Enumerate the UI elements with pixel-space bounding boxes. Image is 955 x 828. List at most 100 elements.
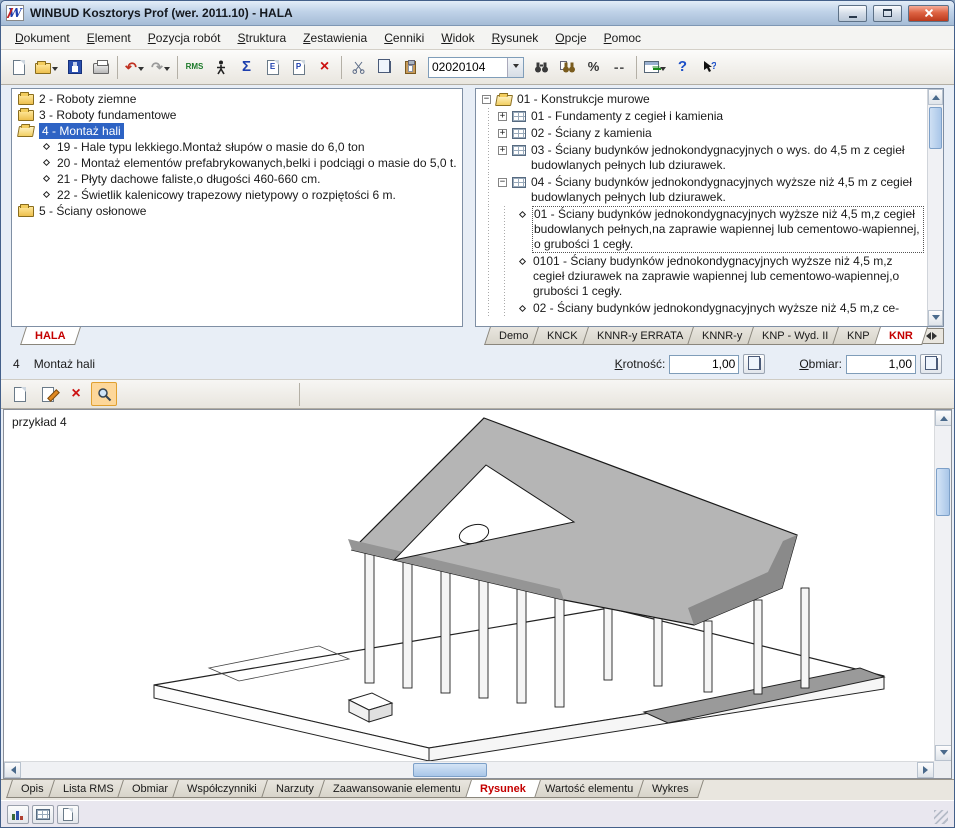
statusbar-table-button[interactable] <box>32 805 54 824</box>
menu-pozycja-robot[interactable]: Pozycja robót <box>140 28 229 48</box>
scroll-thumb[interactable] <box>413 763 487 777</box>
undo-button[interactable]: ↶ <box>122 54 147 81</box>
statusbar-sheet-button[interactable] <box>57 805 79 824</box>
catalog-tree[interactable]: 01 - Konstrukcje murowe 01 - Fundamenty … <box>475 88 944 327</box>
tree-item[interactable]: 02 - Ściany z kamienia <box>476 125 943 142</box>
delete-button[interactable]: × <box>312 54 337 81</box>
tab-lista-rms[interactable]: Lista RMS <box>48 780 129 798</box>
find-next-button[interactable] <box>555 54 580 81</box>
estimate-tree[interactable]: 2 - Roboty ziemne 3 - Roboty fundamentow… <box>11 88 463 327</box>
export-button[interactable] <box>641 54 669 81</box>
scroll-right-button[interactable] <box>917 762 934 778</box>
paste-button[interactable] <box>398 54 423 81</box>
tree-item[interactable]: 22 - Świetlik kalenicowy trapezowy niety… <box>12 187 462 203</box>
menu-pomoc[interactable]: Pomoc <box>596 28 649 48</box>
tree-item-label: 02 - Ściany budynków jednokondygnacyjnyc… <box>533 301 923 316</box>
menu-cenniki[interactable]: Cenniki <box>376 28 432 48</box>
menu-dokument[interactable]: Dokument <box>7 28 78 48</box>
element-doc-button[interactable]: E <box>260 54 285 81</box>
tab-rysunek[interactable]: Rysunek <box>465 780 541 798</box>
maximize-button[interactable] <box>873 5 902 22</box>
rms-button[interactable]: RMS <box>182 54 207 81</box>
drawing-vertical-scrollbar[interactable] <box>934 410 951 761</box>
tree-item[interactable]: 01 - Konstrukcje murowe <box>476 91 943 108</box>
resize-grip[interactable] <box>934 810 948 824</box>
percent-edit-button[interactable]: % <box>581 54 606 81</box>
scroll-thumb[interactable] <box>936 468 950 516</box>
catalog-code-combobox[interactable] <box>428 57 524 78</box>
scroll-up-button[interactable] <box>928 89 943 105</box>
zoom-button[interactable] <box>91 382 117 406</box>
menu-zestawienia[interactable]: Zestawienia <box>295 28 375 48</box>
collapse-icon[interactable] <box>498 178 507 187</box>
tree-item[interactable]: 01 - Fundamenty z cegieł i kamienia <box>476 108 943 125</box>
tree-item[interactable]: 04 - Ściany budynków jednokondygnacyjnyc… <box>476 174 943 206</box>
minimize-button[interactable] <box>838 5 867 22</box>
help-button[interactable]: ? <box>670 54 695 81</box>
worker-button[interactable] <box>208 54 233 81</box>
tab-label: Rysunek <box>480 783 526 795</box>
open-document-button[interactable] <box>32 54 61 81</box>
krotnosc-copy-button[interactable] <box>743 354 765 374</box>
menu-element[interactable]: Element <box>79 28 139 48</box>
print-button[interactable] <box>88 54 113 81</box>
tab-wartosc-elementu[interactable]: Wartość elementu <box>530 780 648 798</box>
drawing-area[interactable]: przykład 4 <box>3 409 952 779</box>
tab-zaawansowanie-elementu[interactable]: Zaawansowanie elementu <box>318 780 476 798</box>
menu-struktura[interactable]: Struktura <box>229 28 294 48</box>
find-button[interactable] <box>529 54 554 81</box>
copy-button[interactable] <box>372 54 397 81</box>
tab-knp-wyd-ii[interactable]: KNP - Wyd. II <box>747 327 843 345</box>
tree-item-focused[interactable]: 01 - Ściany budynków jednokondygnacyjnyc… <box>476 206 943 253</box>
position-doc-button[interactable]: P <box>286 54 311 81</box>
cut-button[interactable] <box>346 54 371 81</box>
menu-rysunek[interactable]: Rysunek <box>484 28 547 48</box>
close-button[interactable] <box>908 5 949 22</box>
diamond-bullet-icon <box>43 143 50 150</box>
tree-item-selected[interactable]: 4 - Montaż hali <box>12 123 462 139</box>
expand-icon[interactable] <box>498 129 507 138</box>
expand-icon[interactable] <box>498 112 507 121</box>
delete-drawing-button[interactable]: × <box>63 382 89 406</box>
tree-item[interactable]: 0101 - Ściany budynków jednokondygnacyjn… <box>476 253 943 300</box>
new-document-button[interactable] <box>6 54 31 81</box>
expand-icon[interactable] <box>498 146 507 155</box>
tab-knr[interactable]: KNR <box>874 327 928 345</box>
obmiar-input[interactable] <box>846 355 916 374</box>
tree-item[interactable]: 03 - Ściany budynków jednokondygnacyjnyc… <box>476 142 943 174</box>
catalog-code-input[interactable] <box>429 59 507 76</box>
new-drawing-button[interactable] <box>7 382 33 406</box>
catalog-scrollbar[interactable] <box>927 89 943 326</box>
redo-button[interactable]: ↷ <box>148 54 173 81</box>
drawing-horizontal-scrollbar[interactable] <box>4 761 934 778</box>
krotnosc-input[interactable] <box>669 355 739 374</box>
scroll-left-button[interactable] <box>4 762 21 778</box>
statusbar-chart-button[interactable] <box>7 805 29 824</box>
menu-widok[interactable]: Widok <box>433 28 482 48</box>
collapse-icon[interactable] <box>482 95 491 104</box>
tab-hala[interactable]: HALA <box>20 327 80 345</box>
tree-item[interactable]: 19 - Hale typu lekkiego.Montaż słupów o … <box>12 139 462 155</box>
edit-drawing-button[interactable] <box>35 382 61 406</box>
sum-button[interactable]: Σ <box>234 54 259 81</box>
scroll-down-button[interactable] <box>935 745 952 761</box>
dashes-button[interactable]: -- <box>607 54 632 81</box>
tree-item[interactable]: 20 - Montaż elementów prefabrykowanych,b… <box>12 155 462 171</box>
tree-item[interactable]: 2 - Roboty ziemne <box>12 91 462 107</box>
scroll-down-button[interactable] <box>928 310 943 326</box>
tree-item[interactable]: 02 - Ściany budynków jednokondygnacyjnyc… <box>476 300 943 317</box>
tree-item[interactable]: 3 - Roboty fundamentowe <box>12 107 462 123</box>
tab-wykres[interactable]: Wykres <box>637 780 703 798</box>
delete-icon: × <box>320 60 329 74</box>
scroll-up-button[interactable] <box>935 410 952 426</box>
save-button[interactable] <box>62 54 87 81</box>
tab-knnr-y-errata[interactable]: KNNR-y ERRATA <box>582 327 698 345</box>
menu-opcje[interactable]: Opcje <box>547 28 594 48</box>
context-help-button[interactable]: ? <box>696 54 721 81</box>
scroll-thumb[interactable] <box>929 107 942 149</box>
obmiar-copy-button[interactable] <box>920 354 942 374</box>
tab-wspolczynniki[interactable]: Współczynniki <box>173 780 273 798</box>
tree-item[interactable]: 5 - Ściany osłonowe <box>12 203 462 219</box>
tree-item[interactable]: 21 - Płyty dachowe faliste,o długości 46… <box>12 171 462 187</box>
combobox-dropdown-button[interactable] <box>507 58 523 77</box>
